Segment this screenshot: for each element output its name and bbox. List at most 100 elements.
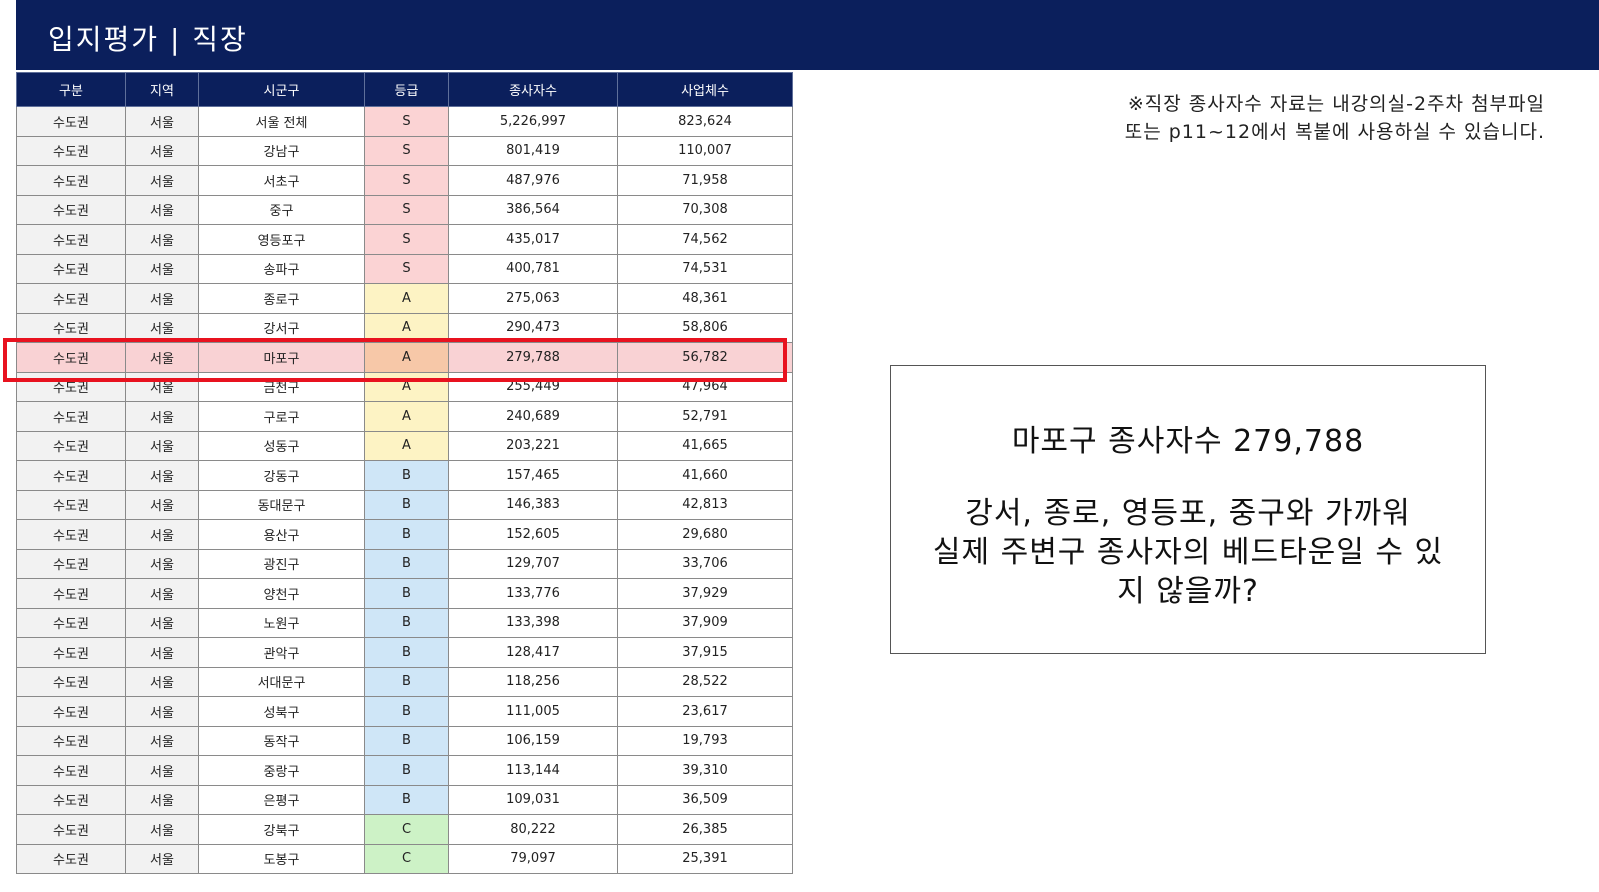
cell-district: 양천구 [198,578,365,609]
cell-district: 동작구 [198,725,365,756]
cell-district: 서대문구 [198,666,365,697]
cell-businesses: 25,391 [617,843,793,874]
cell-grade: A [364,371,449,402]
cell-division: 수도권 [16,666,126,697]
cell-employees: 275,063 [448,283,618,314]
table-row: 수도권 서울 광진구 B 129,707 33,706 [16,548,793,579]
table-row: 수도권 서울 강서구 A 290,473 58,806 [16,312,793,343]
cell-businesses: 41,665 [617,430,793,461]
cell-region: 서울 [125,460,199,491]
cell-grade: B [364,548,449,579]
cell-district: 노원구 [198,607,365,638]
cell-division: 수도권 [16,283,126,314]
cell-region: 서울 [125,696,199,727]
cell-region: 서울 [125,165,199,196]
cell-employees: 255,449 [448,371,618,402]
cell-employees: 146,383 [448,489,618,520]
cell-division: 수도권 [16,401,126,432]
cell-division: 수도권 [16,637,126,668]
cell-grade: B [364,784,449,815]
cell-grade: A [364,312,449,343]
cell-grade: A [364,401,449,432]
cell-division: 수도권 [16,342,126,373]
cell-division: 수도권 [16,135,126,166]
cell-businesses: 37,915 [617,637,793,668]
page-title: 입지평가 | 직장 [48,23,248,56]
cell-businesses: 39,310 [617,755,793,786]
table-row: 수도권 서울 동대문구 B 146,383 42,813 [16,489,793,520]
cell-businesses: 37,909 [617,607,793,638]
cell-employees: 386,564 [448,194,618,225]
table-row: 수도권 서울 구로구 A 240,689 52,791 [16,401,793,432]
cell-region: 서울 [125,578,199,609]
cell-employees: 128,417 [448,637,618,668]
table-row: 수도권 서울 마포구 A 279,788 56,782 [16,342,793,373]
column-header-employees: 종사자수 [448,72,618,107]
cell-division: 수도권 [16,755,126,786]
cell-division: 수도권 [16,194,126,225]
cell-division: 수도권 [16,106,126,137]
column-header-district: 시군구 [198,72,365,107]
cell-division: 수도권 [16,489,126,520]
cell-region: 서울 [125,637,199,668]
table-row: 수도권 서울 노원구 B 133,398 37,909 [16,607,793,638]
cell-division: 수도권 [16,696,126,727]
callout-body-line-1: 강서, 종로, 영등포, 중구와 가까워 [965,496,1411,531]
cell-grade: B [364,607,449,638]
cell-grade: A [364,342,449,373]
cell-grade: S [364,194,449,225]
table-row: 수도권 서울 서대문구 B 118,256 28,522 [16,666,793,697]
cell-grade: S [364,135,449,166]
cell-district: 중랑구 [198,755,365,786]
cell-grade: S [364,224,449,255]
cell-employees: 435,017 [448,224,618,255]
callout-body: 강서, 종로, 영등포, 중구와 가까워 실제 주변구 종사자의 베드타운일 수… [891,494,1485,611]
cell-employees: 109,031 [448,784,618,815]
cell-district: 용산구 [198,519,365,550]
cell-businesses: 70,308 [617,194,793,225]
cell-employees: 240,689 [448,401,618,432]
cell-district: 금천구 [198,371,365,402]
cell-businesses: 19,793 [617,725,793,756]
cell-businesses: 36,509 [617,784,793,815]
cell-region: 서울 [125,194,199,225]
cell-district: 종로구 [198,283,365,314]
cell-division: 수도권 [16,224,126,255]
cell-businesses: 28,522 [617,666,793,697]
cell-businesses: 47,964 [617,371,793,402]
cell-employees: 111,005 [448,696,618,727]
note-line-1: ※직장 종사자수 자료는 내강의실-2주차 첨부파일 [1127,93,1545,115]
cell-businesses: 56,782 [617,342,793,373]
cell-division: 수도권 [16,548,126,579]
note-line-2: 또는 p11~12에서 복붙에 사용하실 수 있습니다. [1124,121,1545,143]
cell-employees: 129,707 [448,548,618,579]
cell-region: 서울 [125,725,199,756]
callout-body-line-2: 실제 주변구 종사자의 베드타운일 수 있 [932,535,1444,570]
cell-employees: 5,226,997 [448,106,618,137]
cell-district: 영등포구 [198,224,365,255]
cell-grade: B [364,725,449,756]
cell-district: 관악구 [198,637,365,668]
table-row: 수도권 서울 영등포구 S 435,017 74,562 [16,224,793,255]
cell-region: 서울 [125,519,199,550]
cell-businesses: 71,958 [617,165,793,196]
cell-grade: C [364,814,449,845]
cell-district: 구로구 [198,401,365,432]
table-row: 수도권 서울 송파구 S 400,781 74,531 [16,253,793,284]
cell-division: 수도권 [16,843,126,874]
callout-box: 마포구 종사자수 279,788 강서, 종로, 영등포, 중구와 가까워 실제… [890,365,1486,654]
cell-division: 수도권 [16,430,126,461]
table-row: 수도권 서울 용산구 B 152,605 29,680 [16,519,793,550]
callout-headline: 마포구 종사자수 279,788 [1011,424,1365,459]
cell-employees: 118,256 [448,666,618,697]
table-row: 수도권 서울 종로구 A 275,063 48,361 [16,283,793,314]
cell-division: 수도권 [16,312,126,343]
cell-employees: 157,465 [448,460,618,491]
cell-region: 서울 [125,784,199,815]
column-header-grade: 등급 [364,72,449,107]
cell-employees: 80,222 [448,814,618,845]
cell-grade: A [364,283,449,314]
cell-grade: B [364,637,449,668]
cell-grade: S [364,253,449,284]
cell-grade: B [364,460,449,491]
